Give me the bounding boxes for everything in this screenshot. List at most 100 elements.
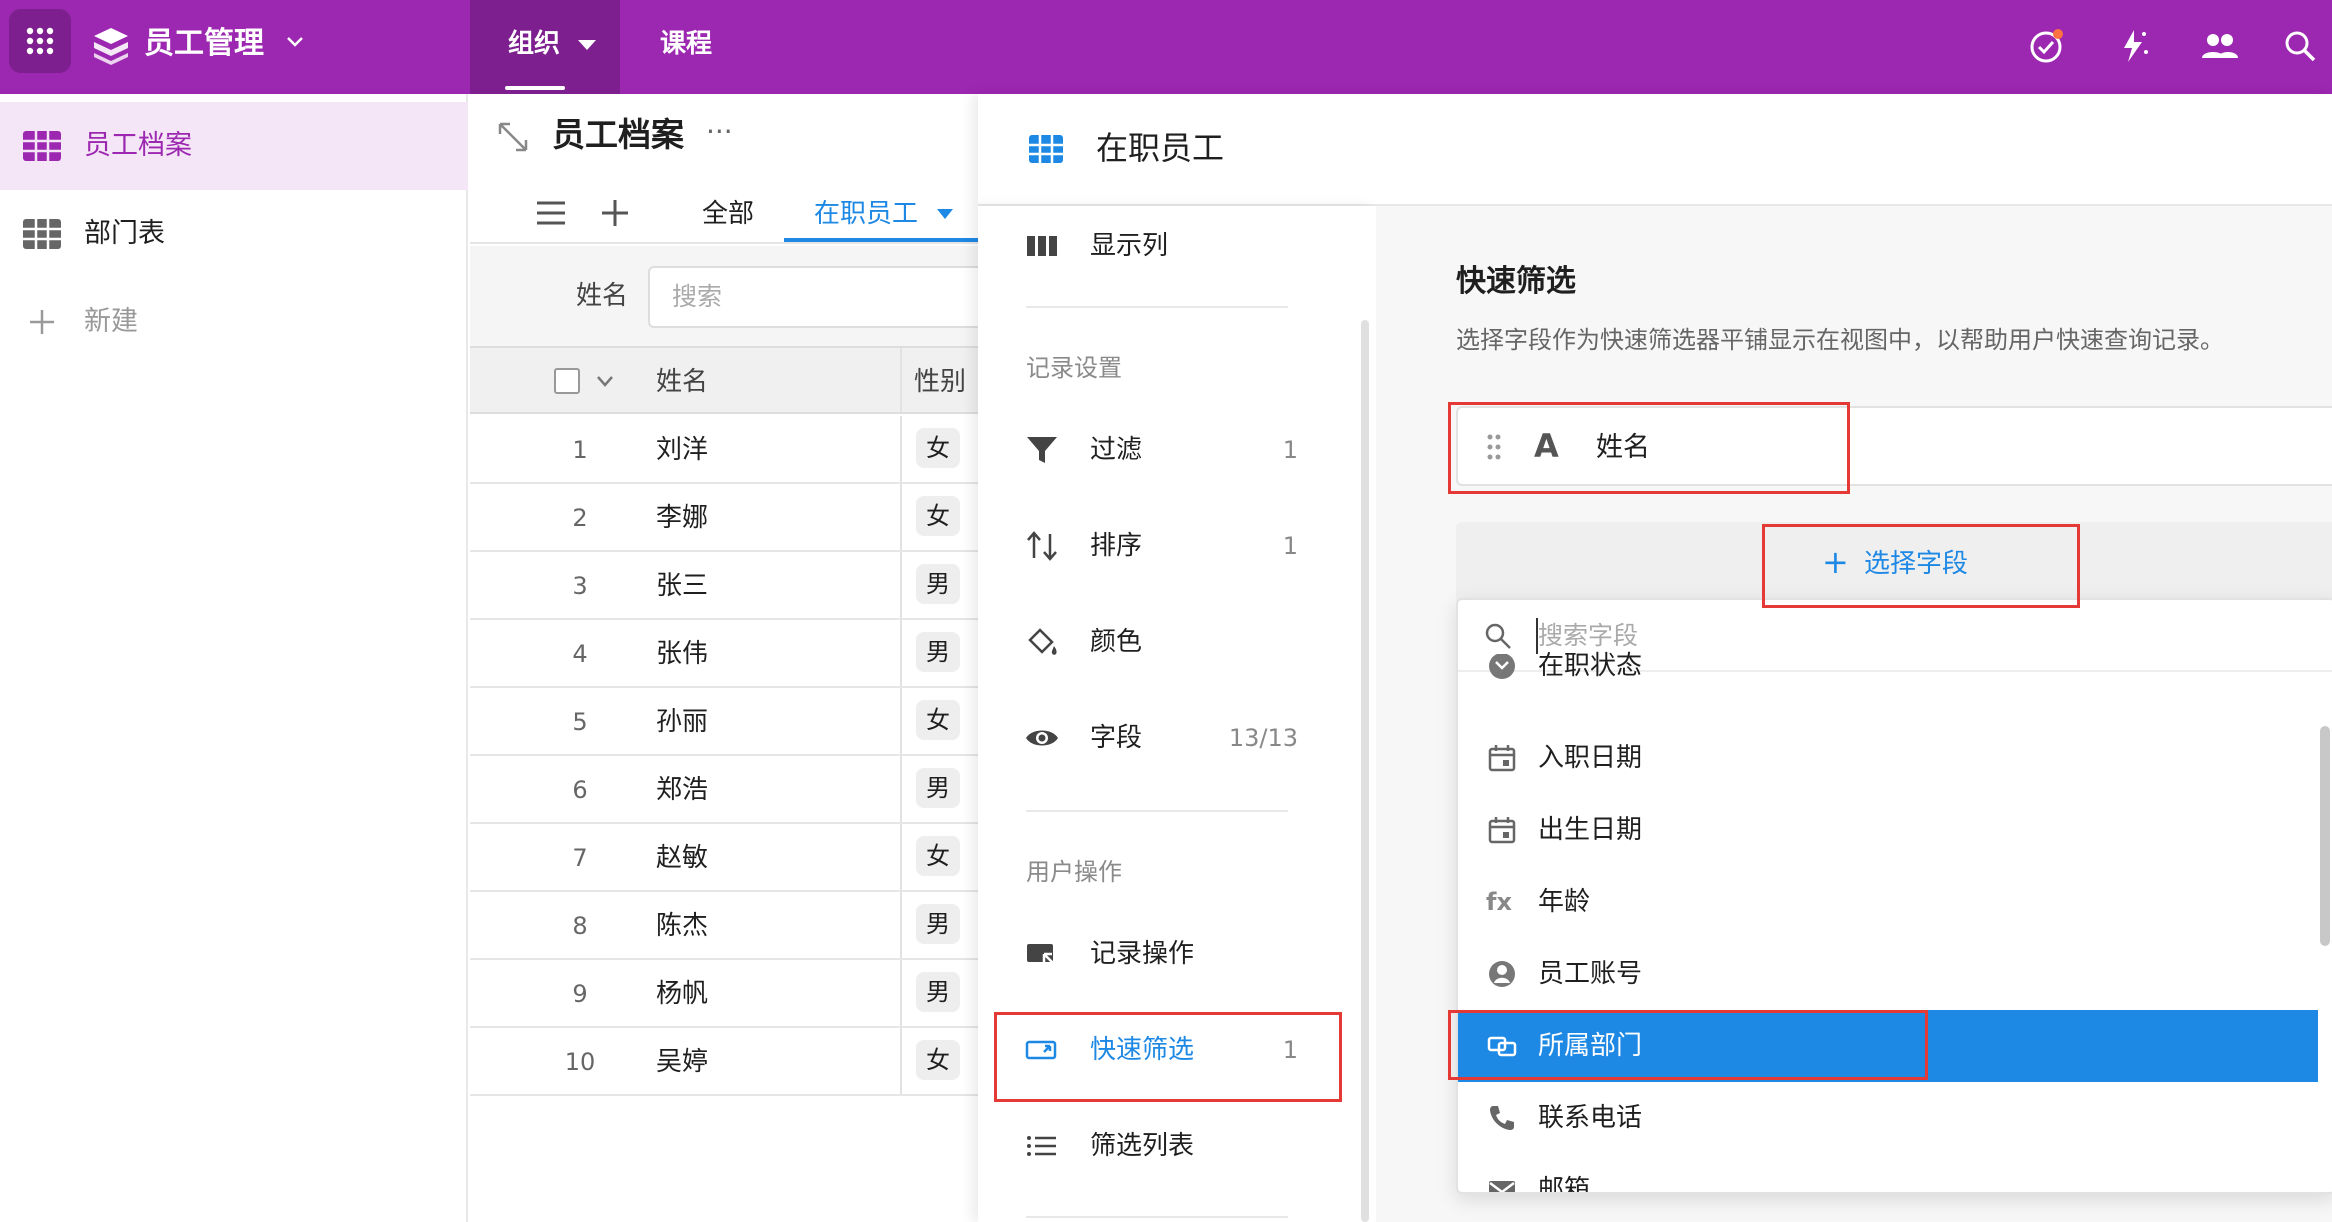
app-grid-button[interactable] xyxy=(9,9,71,73)
sidebar-item-employee-files[interactable]: 员工档案 xyxy=(0,102,468,190)
calendar-icon xyxy=(1488,745,1516,772)
table-row[interactable]: 1 刘洋女 xyxy=(470,416,980,484)
dropdown-item-phone[interactable]: 联系电话 xyxy=(1458,1082,2318,1154)
menu-item-record-action[interactable]: 记录操作 xyxy=(978,914,1376,994)
list-icon xyxy=(1027,1136,1056,1156)
gender-tag: 女 xyxy=(916,836,960,876)
sidebar: 员工档案 部门表 新建 xyxy=(0,94,468,1222)
highlight-field-item xyxy=(1448,402,1850,494)
table-row[interactable]: 8 陈杰男 xyxy=(470,892,980,960)
dropdown-item-hire-date[interactable]: 入职日期 xyxy=(1458,722,2318,794)
dropdown-item-birth-date[interactable]: 出生日期 xyxy=(1458,794,2318,866)
sidebar-item-label: 部门表 xyxy=(84,218,165,249)
table-row[interactable]: 7 赵敏女 xyxy=(470,824,980,892)
status-icon xyxy=(1489,654,1515,679)
dropdown-item-age[interactable]: fx 年龄 xyxy=(1458,866,2318,938)
column-header-gender[interactable]: 性别 xyxy=(914,362,966,402)
app-title[interactable]: 员工管理 xyxy=(144,22,264,66)
chevron-down-icon[interactable] xyxy=(596,374,614,388)
menu-item-display-columns[interactable]: 显示列 xyxy=(978,206,1376,286)
gender-tag: 男 xyxy=(916,632,960,672)
dropdown-scrollbar[interactable] xyxy=(2320,726,2330,946)
table-header: 姓名 性别 xyxy=(470,346,980,414)
record-action-icon xyxy=(1027,944,1057,967)
select-all-checkbox[interactable] xyxy=(554,368,580,394)
view-tab-all[interactable]: 全部 xyxy=(702,194,754,234)
table-icon xyxy=(23,219,61,249)
sidebar-item-label: 新建 xyxy=(84,306,138,337)
caret-down-icon[interactable] xyxy=(936,208,954,220)
check-circle-icon[interactable] xyxy=(2024,24,2068,68)
table-row[interactable]: 5 孙丽女 xyxy=(470,688,980,756)
gender-tag: 女 xyxy=(916,700,960,740)
view-settings-header: 在职员工 xyxy=(978,94,2332,206)
more-icon[interactable]: ··· xyxy=(706,114,733,150)
table-row[interactable]: 3 张三男 xyxy=(470,552,980,620)
highlight-select-field-button xyxy=(1762,524,2080,608)
dropdown-item-email[interactable]: 邮箱 xyxy=(1458,1154,2318,1192)
mail-icon xyxy=(1489,1181,1515,1192)
dropdown-item-account[interactable]: 员工账号 xyxy=(1458,938,2318,1010)
menu-icon[interactable] xyxy=(536,200,566,226)
grid-icon xyxy=(26,27,54,55)
table-row[interactable]: 2 李娜女 xyxy=(470,484,980,552)
table-area: 员工档案 ··· 全部 在职员工 姓名 搜索 姓名 性别 1 刘洋女 2 李娜女 3… xyxy=(470,94,988,1222)
gender-tag: 女 xyxy=(916,496,960,536)
user-circle-icon xyxy=(1489,961,1515,987)
gender-tag: 女 xyxy=(916,428,960,468)
columns-icon xyxy=(1027,236,1057,256)
search-icon[interactable] xyxy=(2278,24,2322,68)
app-logo-icon xyxy=(94,28,128,65)
caret-down-icon[interactable] xyxy=(576,38,598,52)
sidebar-item-new[interactable]: 新建 xyxy=(0,278,468,366)
sidebar-item-departments[interactable]: 部门表 xyxy=(0,190,468,278)
menu-scrollbar[interactable] xyxy=(1361,320,1369,1222)
gender-tag: 男 xyxy=(916,904,960,944)
sort-icon xyxy=(1027,531,1057,561)
gender-tag: 男 xyxy=(916,768,960,808)
table-row[interactable]: 9 杨帆男 xyxy=(470,960,980,1028)
table-row[interactable]: 10 吴婷女 xyxy=(470,1028,980,1096)
quick-filter-row: 姓名 搜索 xyxy=(470,246,988,346)
eye-icon xyxy=(1026,730,1058,746)
expand-icon[interactable] xyxy=(496,120,530,154)
field-select-dropdown: 搜索字段 在职状态 入职日期 出生日期 fx 年龄 员工账号 所属部门 联系电话… xyxy=(1456,598,2332,1194)
name-search-input[interactable]: 搜索 xyxy=(648,266,988,328)
gender-tag: 男 xyxy=(916,564,960,604)
menu-item-filter[interactable]: 过滤 1 xyxy=(978,410,1376,490)
gender-tag: 女 xyxy=(916,1040,960,1080)
section-description: 选择字段作为快速筛选器平铺显示在视图中，以帮助用户快速查询记录。 xyxy=(1456,326,2224,354)
tab-course[interactable]: 课程 xyxy=(660,24,712,64)
search-icon xyxy=(1485,623,1511,649)
table-icon xyxy=(1029,135,1063,163)
tab-active-indicator xyxy=(505,86,565,90)
top-bar: 员工管理 组织 课程 xyxy=(0,0,2332,94)
sidebar-item-label: 员工档案 xyxy=(84,130,192,161)
section-title: 快速筛选 xyxy=(1456,264,1576,299)
view-tab-active-employees[interactable]: 在职员工 xyxy=(814,194,918,234)
table-icon xyxy=(23,131,61,161)
filter-label: 姓名 xyxy=(576,281,629,311)
view-settings-title: 在职员工 xyxy=(1096,129,1225,167)
gender-tag: 男 xyxy=(916,972,960,1012)
table-title: 员工档案 xyxy=(552,115,684,154)
section-record-settings: 记录设置 xyxy=(1026,354,1122,382)
people-icon[interactable] xyxy=(2198,24,2242,68)
table-row[interactable]: 6 郑浩男 xyxy=(470,756,980,824)
plus-icon xyxy=(30,310,54,334)
menu-item-filter-list[interactable]: 筛选列表 xyxy=(978,1106,1376,1186)
menu-item-sort[interactable]: 排序 1 xyxy=(978,506,1376,586)
calendar-icon xyxy=(1488,817,1516,844)
column-header-name[interactable]: 姓名 xyxy=(656,362,708,402)
menu-item-color[interactable]: 颜色 xyxy=(978,602,1376,682)
view-active-indicator xyxy=(784,238,984,242)
add-view-icon[interactable] xyxy=(600,198,630,228)
dropdown-item-status[interactable]: 在职状态 xyxy=(1458,650,2318,690)
table-row[interactable]: 4 张伟男 xyxy=(470,620,980,688)
filter-icon xyxy=(1027,437,1057,463)
tab-organization[interactable]: 组织 xyxy=(508,24,560,64)
chevron-down-icon[interactable] xyxy=(284,30,306,52)
magic-icon[interactable] xyxy=(2110,24,2154,68)
menu-item-fields[interactable]: 字段 13/13 xyxy=(978,698,1376,778)
phone-icon xyxy=(1490,1106,1514,1130)
